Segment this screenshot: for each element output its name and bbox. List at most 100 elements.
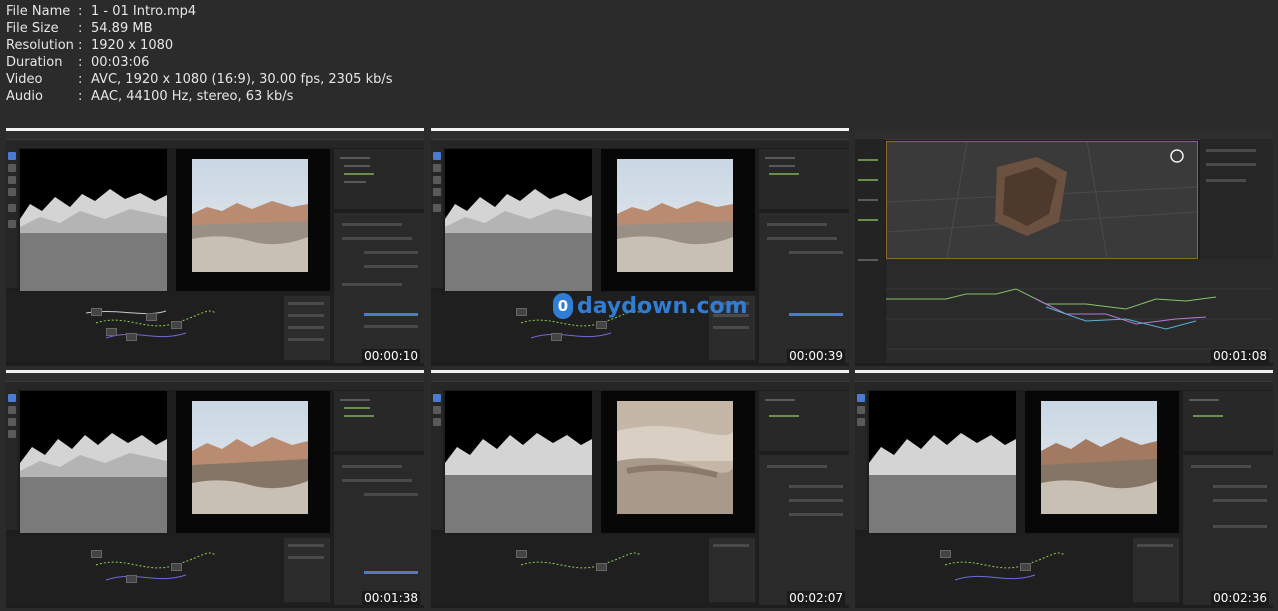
info-row-audio: Audio : AAC, 44100 Hz, stereo, 63 kb/s: [6, 88, 393, 105]
viewport-rendered: [176, 391, 330, 533]
watermark-logo: 0 daydown.com: [553, 291, 748, 321]
outliner-panel: [759, 391, 849, 451]
properties-panel: [759, 213, 849, 363]
properties-panel: [334, 455, 424, 605]
viewport-solid: [869, 391, 1016, 533]
info-separator: :: [78, 72, 83, 87]
info-value: 1920 x 1080: [91, 38, 174, 53]
select-tool-icon: [433, 394, 441, 402]
viewport-rendered: [601, 149, 755, 291]
info-key: Audio: [6, 89, 43, 104]
viewport-solid: [445, 149, 592, 291]
menu-bar: [431, 131, 849, 140]
video-thumbnail[interactable]: 00:02:07: [431, 370, 849, 608]
viewport-rendered: [176, 149, 330, 291]
node-sidebar: [284, 296, 330, 360]
move-tool-icon: [857, 418, 865, 426]
viewport-rendered: [601, 391, 755, 533]
header-bar: [855, 382, 1273, 390]
timestamp: 00:02:07: [787, 591, 845, 605]
info-row-resolution: Resolution : 1920 x 1080: [6, 37, 393, 54]
info-key: File Name: [6, 4, 71, 19]
menu-bar: [431, 373, 849, 382]
viewport-3d: [886, 141, 1198, 259]
scale-tool-icon: [433, 204, 441, 212]
node-sidebar: [284, 538, 330, 602]
viewport-gizmo-bar: [593, 149, 601, 291]
properties-panel: [334, 213, 424, 363]
info-value: AVC, 1920 x 1080 (16:9), 30.00 fps, 2305…: [91, 72, 393, 87]
timestamp: 00:00:39: [787, 349, 845, 363]
toolbar: [6, 390, 18, 530]
cursor-tool-icon: [857, 406, 865, 414]
select-tool-icon: [8, 394, 16, 402]
file-info-panel: File Name : 1 - 01 Intro.mp4 File Size :…: [6, 3, 393, 105]
video-thumbnail[interactable]: 00:02:36: [855, 370, 1273, 608]
terrain-wireframe: [20, 189, 167, 291]
outliner-panel: [759, 149, 849, 209]
cursor-tool-icon: [8, 406, 16, 414]
viewport-solid: [445, 391, 592, 533]
viewport-solid: [20, 149, 167, 291]
outliner-panel: [1183, 391, 1273, 451]
info-value: 00:03:06: [91, 55, 150, 70]
render-preview: [617, 401, 733, 514]
info-separator: :: [78, 55, 83, 70]
timestamp: 00:01:08: [1211, 349, 1269, 363]
video-thumbnail[interactable]: 00:00:10: [6, 128, 424, 366]
video-thumbnail[interactable]: 00:01:08: [855, 128, 1273, 366]
render-preview: [192, 159, 308, 272]
cursor-tool-icon: [8, 164, 16, 172]
viewport-solid: [20, 391, 167, 533]
render-preview: [617, 159, 733, 272]
viewport-gizmo-bar: [593, 391, 601, 533]
outliner-panel: [334, 149, 424, 209]
scale-tool-icon: [8, 204, 16, 212]
info-separator: :: [78, 4, 83, 19]
node-sidebar: [1133, 538, 1179, 602]
outliner-left: [855, 139, 885, 363]
menu-bar: [6, 131, 424, 140]
move-tool-icon: [8, 176, 16, 184]
properties-panel: [1200, 139, 1273, 259]
info-separator: :: [78, 89, 83, 104]
rotate-tool-icon: [8, 188, 16, 196]
outliner-panel: [334, 391, 424, 451]
viewport-gizmo-bar: [168, 391, 176, 533]
annotate-tool-icon: [8, 220, 16, 228]
header-bar: [6, 140, 424, 148]
timestamp: 00:00:10: [362, 349, 420, 363]
viewport-rendered: [1025, 391, 1179, 533]
select-tool-icon: [857, 394, 865, 402]
move-tool-icon: [433, 176, 441, 184]
rotate-tool-icon: [433, 188, 441, 196]
render-preview: [1041, 401, 1157, 514]
timestamp: 00:02:36: [1211, 591, 1269, 605]
info-row-filename: File Name : 1 - 01 Intro.mp4: [6, 3, 393, 20]
info-separator: :: [78, 21, 83, 36]
move-tool-icon: [433, 418, 441, 426]
info-key: File Size: [6, 21, 59, 36]
move-tool-icon: [8, 418, 16, 426]
viewport-gizmo-bar: [1017, 391, 1025, 533]
watermark-badge: 0: [553, 293, 573, 319]
header-bar: [431, 382, 849, 390]
select-tool-icon: [8, 152, 16, 160]
info-row-duration: Duration : 00:03:06: [6, 54, 393, 71]
info-key: Resolution: [6, 38, 74, 53]
info-key: Duration: [6, 55, 63, 70]
info-value: 54.89 MB: [91, 21, 153, 36]
video-thumbnail[interactable]: 00:01:38: [6, 370, 424, 608]
toolbar: [431, 148, 443, 288]
info-value: 1 - 01 Intro.mp4: [91, 4, 197, 19]
properties-panel: [1183, 455, 1273, 605]
select-tool-icon: [433, 152, 441, 160]
cursor-tool-icon: [433, 406, 441, 414]
graph-editor: [886, 259, 1273, 363]
watermark-text: daydown.com: [577, 293, 748, 319]
rotate-tool-icon: [8, 430, 16, 438]
video-thumbnail[interactable]: 00:00:39: [431, 128, 849, 366]
info-value: AAC, 44100 Hz, stereo, 63 kb/s: [91, 89, 294, 104]
toolbar: [6, 148, 18, 288]
info-separator: :: [78, 38, 83, 53]
